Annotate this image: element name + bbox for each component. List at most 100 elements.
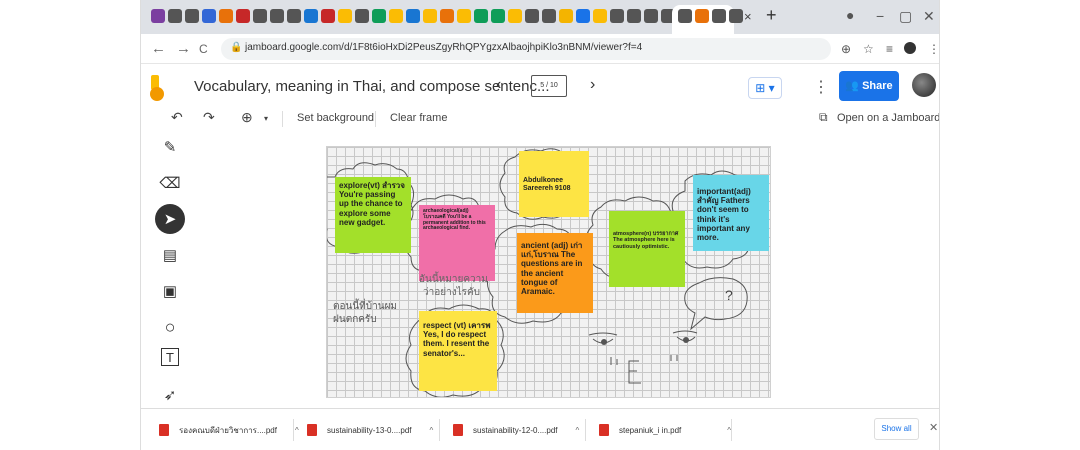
- sticky-note-explore[interactable]: explore(vt) สำรวจ You're passing up the …: [335, 177, 411, 253]
- tab-favicon[interactable]: [542, 9, 556, 23]
- tab-favicon[interactable]: [372, 9, 386, 23]
- address-bar-row: ← → C 🔒 jamboard.google.com/d/1F8t6ioHxD…: [141, 34, 939, 64]
- tab-favicon[interactable]: [338, 9, 352, 23]
- frame-indicator[interactable]: 5 / 10: [531, 75, 567, 97]
- download-item[interactable]: sustainability-12-0....pdf ^: [453, 419, 579, 441]
- redo-icon[interactable]: ↷: [203, 109, 215, 126]
- tab-favicon[interactable]: [270, 9, 284, 23]
- set-background-button[interactable]: Set background: [297, 112, 374, 124]
- chevron-up-icon[interactable]: ^: [295, 426, 299, 435]
- forward-button[interactable]: →: [176, 40, 191, 57]
- sticky-note-abdulkonee[interactable]: Abdulkonee Sareereh 9108: [519, 151, 589, 217]
- minimize-icon[interactable]: −: [876, 8, 884, 24]
- tool-sidebar: ✎ ⌫ ➤ ▤ ▣ ○ T ➶: [155, 132, 185, 408]
- tab-favicon[interactable]: [457, 9, 471, 23]
- open-jamboard-icon: ⧉: [819, 110, 828, 124]
- download-divider: [439, 419, 440, 441]
- toolbar-divider: [375, 111, 376, 127]
- more-options-icon[interactable]: ⋮: [813, 77, 829, 97]
- pdf-file-icon: [599, 424, 609, 436]
- eraser-icon[interactable]: ⌫: [155, 168, 185, 198]
- zoom-page-icon[interactable]: ⊕: [841, 42, 851, 56]
- tab-favicon[interactable]: [151, 9, 165, 23]
- url-field[interactable]: 🔒 jamboard.google.com/d/1F8t6ioHxDi2Peus…: [221, 38, 831, 60]
- download-filename: sustainability-12-0....pdf: [473, 425, 558, 435]
- reload-button[interactable]: C: [199, 42, 208, 56]
- image-icon[interactable]: ▣: [155, 276, 185, 306]
- pdf-file-icon: [453, 424, 463, 436]
- tab-favicon[interactable]: [695, 9, 709, 23]
- avatar[interactable]: [912, 73, 936, 97]
- laser-icon[interactable]: ➶: [155, 380, 185, 410]
- profile-icon[interactable]: [904, 42, 916, 54]
- next-frame-button[interactable]: ›: [590, 76, 595, 94]
- download-divider: [585, 419, 586, 441]
- reading-list-icon[interactable]: ≡: [886, 42, 893, 56]
- undo-icon[interactable]: ↶: [171, 109, 183, 126]
- show-all-button[interactable]: Show all: [874, 418, 919, 440]
- tab-favicon[interactable]: [219, 9, 233, 23]
- share-button[interactable]: 👥 Share: [839, 71, 899, 101]
- tab-favicon[interactable]: [627, 9, 641, 23]
- select-icon[interactable]: ➤: [155, 204, 185, 234]
- download-item[interactable]: stepaniuk_i in.pdf ^: [599, 419, 731, 441]
- tab-favicon[interactable]: [593, 9, 607, 23]
- back-button[interactable]: ←: [151, 40, 166, 57]
- tab-favicon[interactable]: [355, 9, 369, 23]
- previous-frame-button[interactable]: ‹: [496, 76, 501, 94]
- tab-favicon[interactable]: [491, 9, 505, 23]
- bookmark-star-icon[interactable]: ☆: [863, 42, 874, 56]
- chevron-up-icon[interactable]: ^: [430, 426, 434, 435]
- sticky-note-respect[interactable]: respect (vt) เคารพ Yes, I do respect the…: [419, 311, 497, 391]
- download-item[interactable]: รองคณบดีฝ่ายวิชาการ....pdf ^: [159, 419, 299, 441]
- tab-favicon[interactable]: [440, 9, 454, 23]
- tab-favicon[interactable]: [202, 9, 216, 23]
- chevron-up-icon[interactable]: ^: [576, 426, 580, 435]
- sticky-note-icon[interactable]: ▤: [155, 240, 185, 270]
- tab-favicon[interactable]: [729, 9, 743, 23]
- tab-favicon[interactable]: [525, 9, 539, 23]
- zoom-dropdown-icon[interactable]: ▾: [264, 114, 268, 123]
- board-toolbar: ↶ ↷ ⊕ ▾ Set background Clear frame ⧉ Ope…: [141, 108, 939, 130]
- tab-favicon[interactable]: [610, 9, 624, 23]
- sticky-note-archaeological[interactable]: archaeological(adj) โบราณคดี You'll be a…: [419, 205, 495, 281]
- tab-favicon[interactable]: [678, 9, 692, 23]
- browser-window: × + ● − ▢ ✕ ← → C 🔒 jamboard.google.com/d/1F8…: [140, 0, 940, 450]
- jamboard-canvas[interactable]: explore(vt) สำรวจ You're passing up the …: [326, 146, 771, 398]
- sticky-note-ancient[interactable]: ancient (adj) เก่าแก่,โบราณ The question…: [517, 233, 593, 313]
- tab-favicon[interactable]: [423, 9, 437, 23]
- tab-favicon[interactable]: [644, 9, 658, 23]
- open-on-jamboard-button[interactable]: Open on a Jamboard: [837, 112, 939, 124]
- tab-favicon[interactable]: [168, 9, 182, 23]
- tab-favicon[interactable]: [712, 9, 726, 23]
- tab-favicon[interactable]: [474, 9, 488, 23]
- download-divider: [293, 419, 294, 441]
- tab-favicon[interactable]: [559, 9, 573, 23]
- zoom-icon[interactable]: ⊕: [241, 109, 253, 126]
- tab-favicon[interactable]: [253, 9, 267, 23]
- tab-favicon[interactable]: [185, 9, 199, 23]
- maximize-icon[interactable]: ▢: [899, 8, 912, 25]
- tab-favicon[interactable]: [236, 9, 250, 23]
- text-box-icon[interactable]: T: [161, 348, 179, 366]
- close-downloads-icon[interactable]: ✕: [929, 421, 938, 434]
- tab-favicon[interactable]: [321, 9, 335, 23]
- tab-favicon[interactable]: [576, 9, 590, 23]
- window-close-icon[interactable]: ✕: [923, 8, 935, 25]
- tab-favicon[interactable]: [287, 9, 301, 23]
- new-tab-button[interactable]: +: [766, 5, 777, 26]
- sticky-note-atmosphere[interactable]: atmosphere(n) บรรยากาศ The atmosphere he…: [609, 211, 685, 287]
- tab-favicon[interactable]: [304, 9, 318, 23]
- download-item[interactable]: sustainability-13-0....pdf ^: [307, 419, 433, 441]
- tab-favicon[interactable]: [406, 9, 420, 23]
- browser-menu-icon[interactable]: ⋮: [928, 42, 939, 56]
- add-frame-button[interactable]: ⊞ ▾: [748, 77, 782, 99]
- pen-icon[interactable]: ✎: [155, 132, 185, 162]
- sticky-note-important[interactable]: important(adj) สำคัญ Fathers don't seem …: [693, 175, 769, 251]
- tab-favicon[interactable]: [389, 9, 403, 23]
- tab-favicon[interactable]: [508, 9, 522, 23]
- clear-frame-button[interactable]: Clear frame: [390, 112, 447, 124]
- tab-close-icon[interactable]: ×: [744, 9, 752, 24]
- circle-icon[interactable]: ○: [155, 312, 185, 342]
- download-filename: sustainability-13-0....pdf: [327, 425, 412, 435]
